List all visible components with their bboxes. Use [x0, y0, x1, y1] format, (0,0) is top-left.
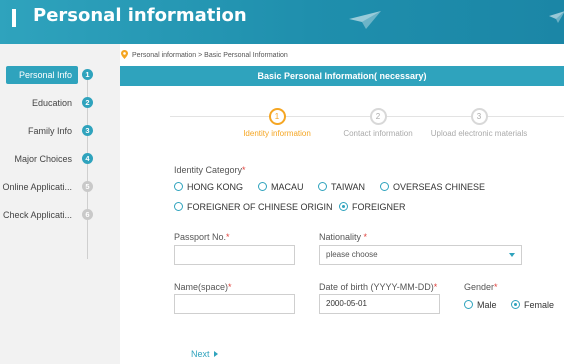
nationality-select[interactable]: please choose	[319, 245, 522, 265]
label-text: Identity Category	[174, 165, 243, 175]
radio-label: FOREIGNER OF CHINESE ORIGIN	[187, 202, 333, 212]
location-pin-icon	[121, 50, 128, 59]
step-badge: 3	[82, 125, 93, 136]
step-badge: 5	[82, 181, 93, 192]
radio-female[interactable]: Female	[511, 300, 554, 310]
radio-circle	[511, 300, 520, 309]
next-label: Next	[191, 349, 210, 359]
radio-label: Male	[477, 300, 497, 310]
gender-label: Gender*	[464, 282, 498, 292]
sidebar-item-education[interactable]: Education 2	[0, 94, 100, 112]
radio-taiwan[interactable]: TAIWAN	[318, 182, 365, 192]
paper-plane-icon	[349, 11, 381, 29]
breadcrumb: Personal information > Basic Personal In…	[121, 50, 288, 59]
label-text: Passport No.	[174, 232, 227, 242]
radio-overseas-chinese[interactable]: OVERSEAS CHINESE	[380, 182, 485, 192]
sidebar-item-label: Education	[31, 98, 72, 108]
sidebar-item-online-application[interactable]: Online Applicati... 5	[0, 178, 100, 196]
radio-label: HONG KONG	[187, 182, 244, 192]
radio-label: TAIWAN	[331, 182, 365, 192]
radio-male[interactable]: Male	[464, 300, 497, 310]
panel-title: Basic Personal Information( necessary)	[120, 66, 564, 86]
label-text: Nationality	[319, 232, 362, 242]
required-mark: *	[433, 282, 438, 292]
required-mark: *	[242, 165, 246, 175]
radio-foreigner-chinese-origin[interactable]: FOREIGNER OF CHINESE ORIGIN	[174, 202, 333, 212]
required-mark: *	[226, 232, 230, 242]
radio-hong-kong[interactable]: HONG KONG	[174, 182, 243, 192]
sidebar-item-label: Family Info	[27, 126, 72, 136]
chevron-down-icon	[509, 253, 515, 257]
step-number: 1	[268, 108, 286, 125]
step-upload[interactable]: 3 Upload electronic materials	[419, 108, 539, 138]
sidebar-item-label: Online Applicati...	[2, 182, 72, 192]
step-badge: 6	[82, 209, 93, 220]
radio-circle	[174, 182, 183, 191]
dob-input[interactable]: 2000-05-01	[319, 294, 440, 314]
step-number: 3	[470, 108, 488, 125]
required-mark: *	[363, 232, 368, 242]
step-badge: 1	[82, 69, 93, 80]
step-label: Upload electronic materials	[430, 129, 528, 138]
radio-circle	[174, 202, 183, 211]
required-mark: *	[228, 282, 232, 292]
sidebar: Personal Info 1 Education 2 Family Info …	[0, 44, 120, 364]
name-label: Name(space)*	[174, 282, 232, 292]
header-accent-bar	[12, 9, 16, 27]
sidebar-item-check-application[interactable]: Check Applicati... 6	[0, 206, 100, 224]
radio-circle	[339, 202, 348, 211]
radio-label: MACAU	[271, 182, 304, 192]
step-badge: 2	[82, 97, 93, 108]
sidebar-item-family-info[interactable]: Family Info 3	[0, 122, 100, 140]
step-badge: 4	[82, 153, 93, 164]
radio-circle	[464, 300, 473, 309]
sidebar-item-label: Check Applicati...	[2, 210, 72, 220]
nationality-label: Nationality *	[319, 232, 367, 242]
next-button[interactable]: Next	[191, 349, 218, 359]
sidebar-item-personal-info[interactable]: Personal Info 1	[0, 66, 100, 84]
sidebar-item-major-choices[interactable]: Major Choices 4	[0, 150, 100, 168]
name-input[interactable]	[174, 294, 295, 314]
dob-label: Date of birth (YYYY-MM-DD)*	[319, 282, 437, 292]
radio-macau[interactable]: MACAU	[258, 182, 304, 192]
passport-input[interactable]	[174, 245, 295, 265]
breadcrumb-text: Personal information > Basic Personal In…	[132, 52, 288, 59]
step-progress: 1 Identity information 2 Contact informa…	[170, 108, 564, 148]
label-text: Date of birth (YYYY-MM-DD)	[319, 282, 434, 292]
label-text: Name(space)	[174, 282, 229, 292]
required-mark: *	[494, 282, 498, 292]
label-text: Gender	[464, 282, 495, 292]
page-title: Personal information	[33, 5, 247, 26]
passport-label: Passport No.*	[174, 232, 230, 242]
sidebar-item-label: Major Choices	[14, 154, 72, 164]
paper-plane-icon	[549, 11, 564, 23]
caret-right-icon	[213, 351, 218, 357]
select-placeholder: please choose	[326, 250, 378, 259]
sidebar-item-label: Personal Info	[18, 70, 72, 80]
radio-label: OVERSEAS CHINESE	[393, 182, 486, 192]
radio-circle	[380, 182, 389, 191]
radio-label: Female	[524, 300, 555, 310]
radio-foreigner[interactable]: FOREIGNER	[339, 202, 406, 212]
step-number: 2	[369, 108, 387, 125]
app-header: Personal information	[0, 0, 564, 44]
identity-category-label: Identity Category*	[174, 165, 246, 175]
radio-label: FOREIGNER	[352, 202, 406, 212]
radio-circle	[318, 182, 327, 191]
radio-circle	[258, 182, 267, 191]
